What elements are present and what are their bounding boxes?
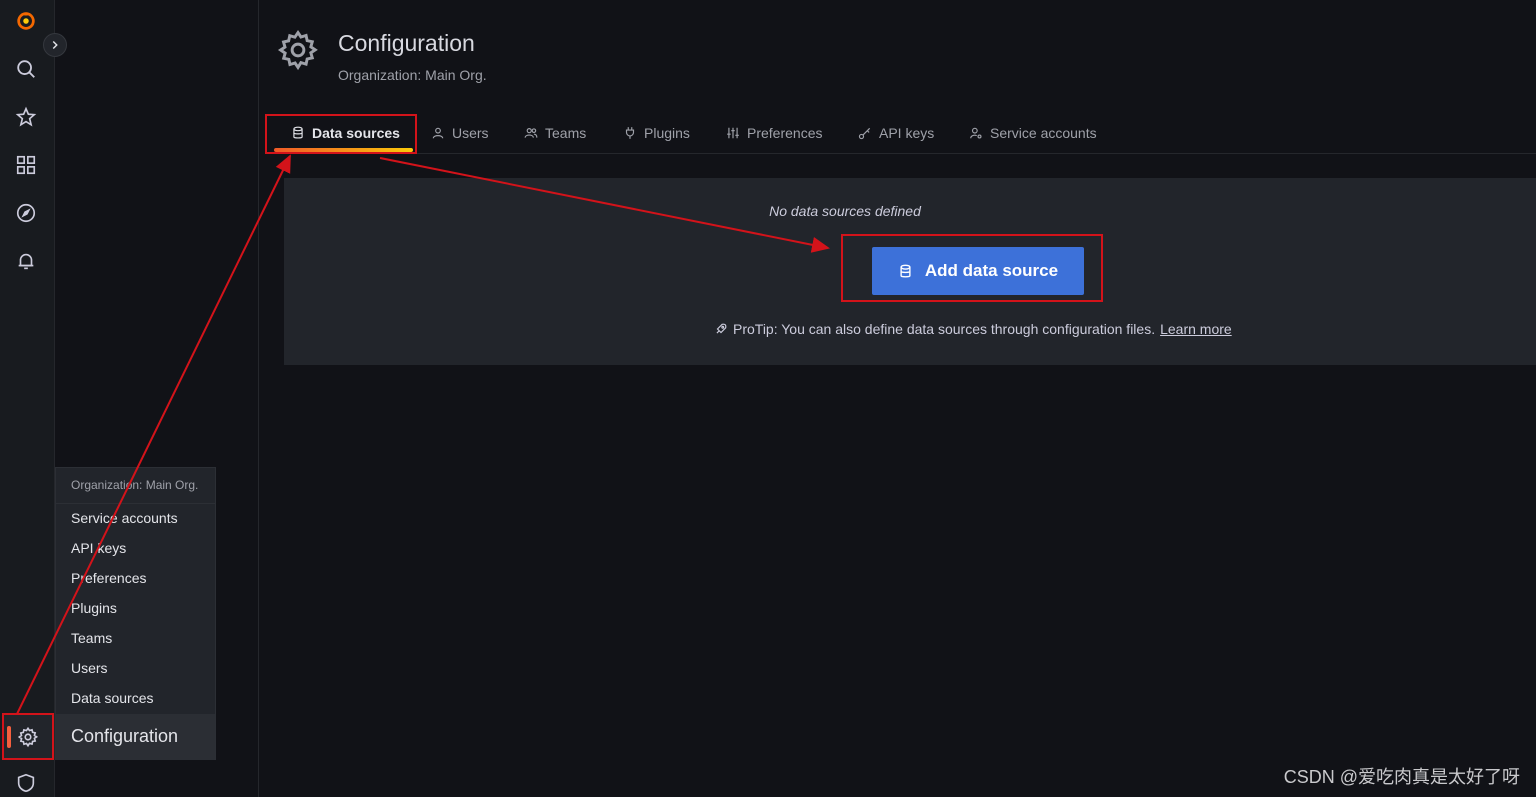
tab-api-keys[interactable]: API keys (858, 113, 934, 153)
sliders-icon (727, 127, 739, 139)
compass-icon[interactable] (13, 200, 39, 226)
flyout-item-api-keys[interactable]: API keys (71, 540, 126, 556)
flyout-item-preferences[interactable]: Preferences (71, 570, 146, 586)
configuration-nav-item[interactable] (2, 713, 54, 760)
tab-plugins[interactable]: Plugins (623, 113, 690, 153)
configuration-flyout-menu: Organization: Main Org. Service accounts… (55, 467, 216, 760)
flyout-footer[interactable]: Configuration (56, 714, 215, 760)
tab-label: Plugins (644, 125, 690, 141)
tab-label: Preferences (747, 125, 823, 141)
shield-icon[interactable] (13, 770, 39, 796)
tab-label: Teams (545, 125, 587, 141)
learn-more-link[interactable]: Learn more (1160, 321, 1232, 337)
annotation-box-tab (265, 114, 417, 154)
flyout-header: Organization: Main Org. (71, 478, 199, 492)
flyout-footer-label: Configuration (71, 726, 179, 746)
watermark: CSDN @爱吃肉真是太好了呀 (1283, 767, 1520, 787)
tab-preferences[interactable]: Preferences (726, 113, 822, 153)
flyout-item-data-sources[interactable]: Data sources (71, 690, 153, 706)
flyout-item-service-accounts[interactable]: Service accounts (71, 510, 178, 526)
search-icon[interactable] (13, 56, 39, 82)
users-icon (524, 128, 538, 138)
star-icon[interactable] (13, 104, 39, 130)
flyout-item-users[interactable]: Users (71, 660, 108, 676)
chevron-right-icon (52, 40, 58, 50)
annotation-box-button (841, 234, 1103, 302)
active-indicator (7, 726, 11, 748)
rocket-icon (716, 323, 727, 334)
gear-icon (17, 726, 39, 748)
tab-teams[interactable]: Teams (524, 113, 586, 153)
protip: ProTip: You can also define data sources… (714, 321, 1232, 337)
grafana-logo-icon[interactable] (13, 8, 39, 34)
user-icon (432, 127, 444, 139)
tab-users[interactable]: Users (431, 113, 489, 153)
page-subtitle: Organization: Main Org. (338, 67, 487, 83)
dashboards-icon[interactable] (13, 152, 39, 178)
bell-icon[interactable] (13, 248, 39, 274)
page-title: Configuration (338, 30, 475, 56)
expand-menu-button[interactable] (43, 33, 67, 57)
plug-icon (625, 127, 635, 139)
divider (56, 503, 215, 504)
flyout-item-plugins[interactable]: Plugins (71, 600, 117, 616)
protip-text: ProTip: You can also define data sources… (733, 321, 1156, 337)
user-cog-icon (970, 127, 982, 139)
tab-label: Service accounts (990, 125, 1097, 141)
gear-icon (277, 29, 318, 71)
tab-bar: Data sources Users Teams Plugins Prefere… (266, 113, 1536, 154)
tab-label: API keys (879, 125, 935, 141)
flyout-item-teams[interactable]: Teams (71, 630, 112, 646)
tab-service-accounts[interactable]: Service accounts (969, 113, 1097, 153)
empty-state-message: No data sources defined (769, 203, 921, 219)
tab-label: Users (452, 125, 489, 141)
left-nav-rail (0, 0, 55, 797)
key-icon (858, 127, 871, 140)
